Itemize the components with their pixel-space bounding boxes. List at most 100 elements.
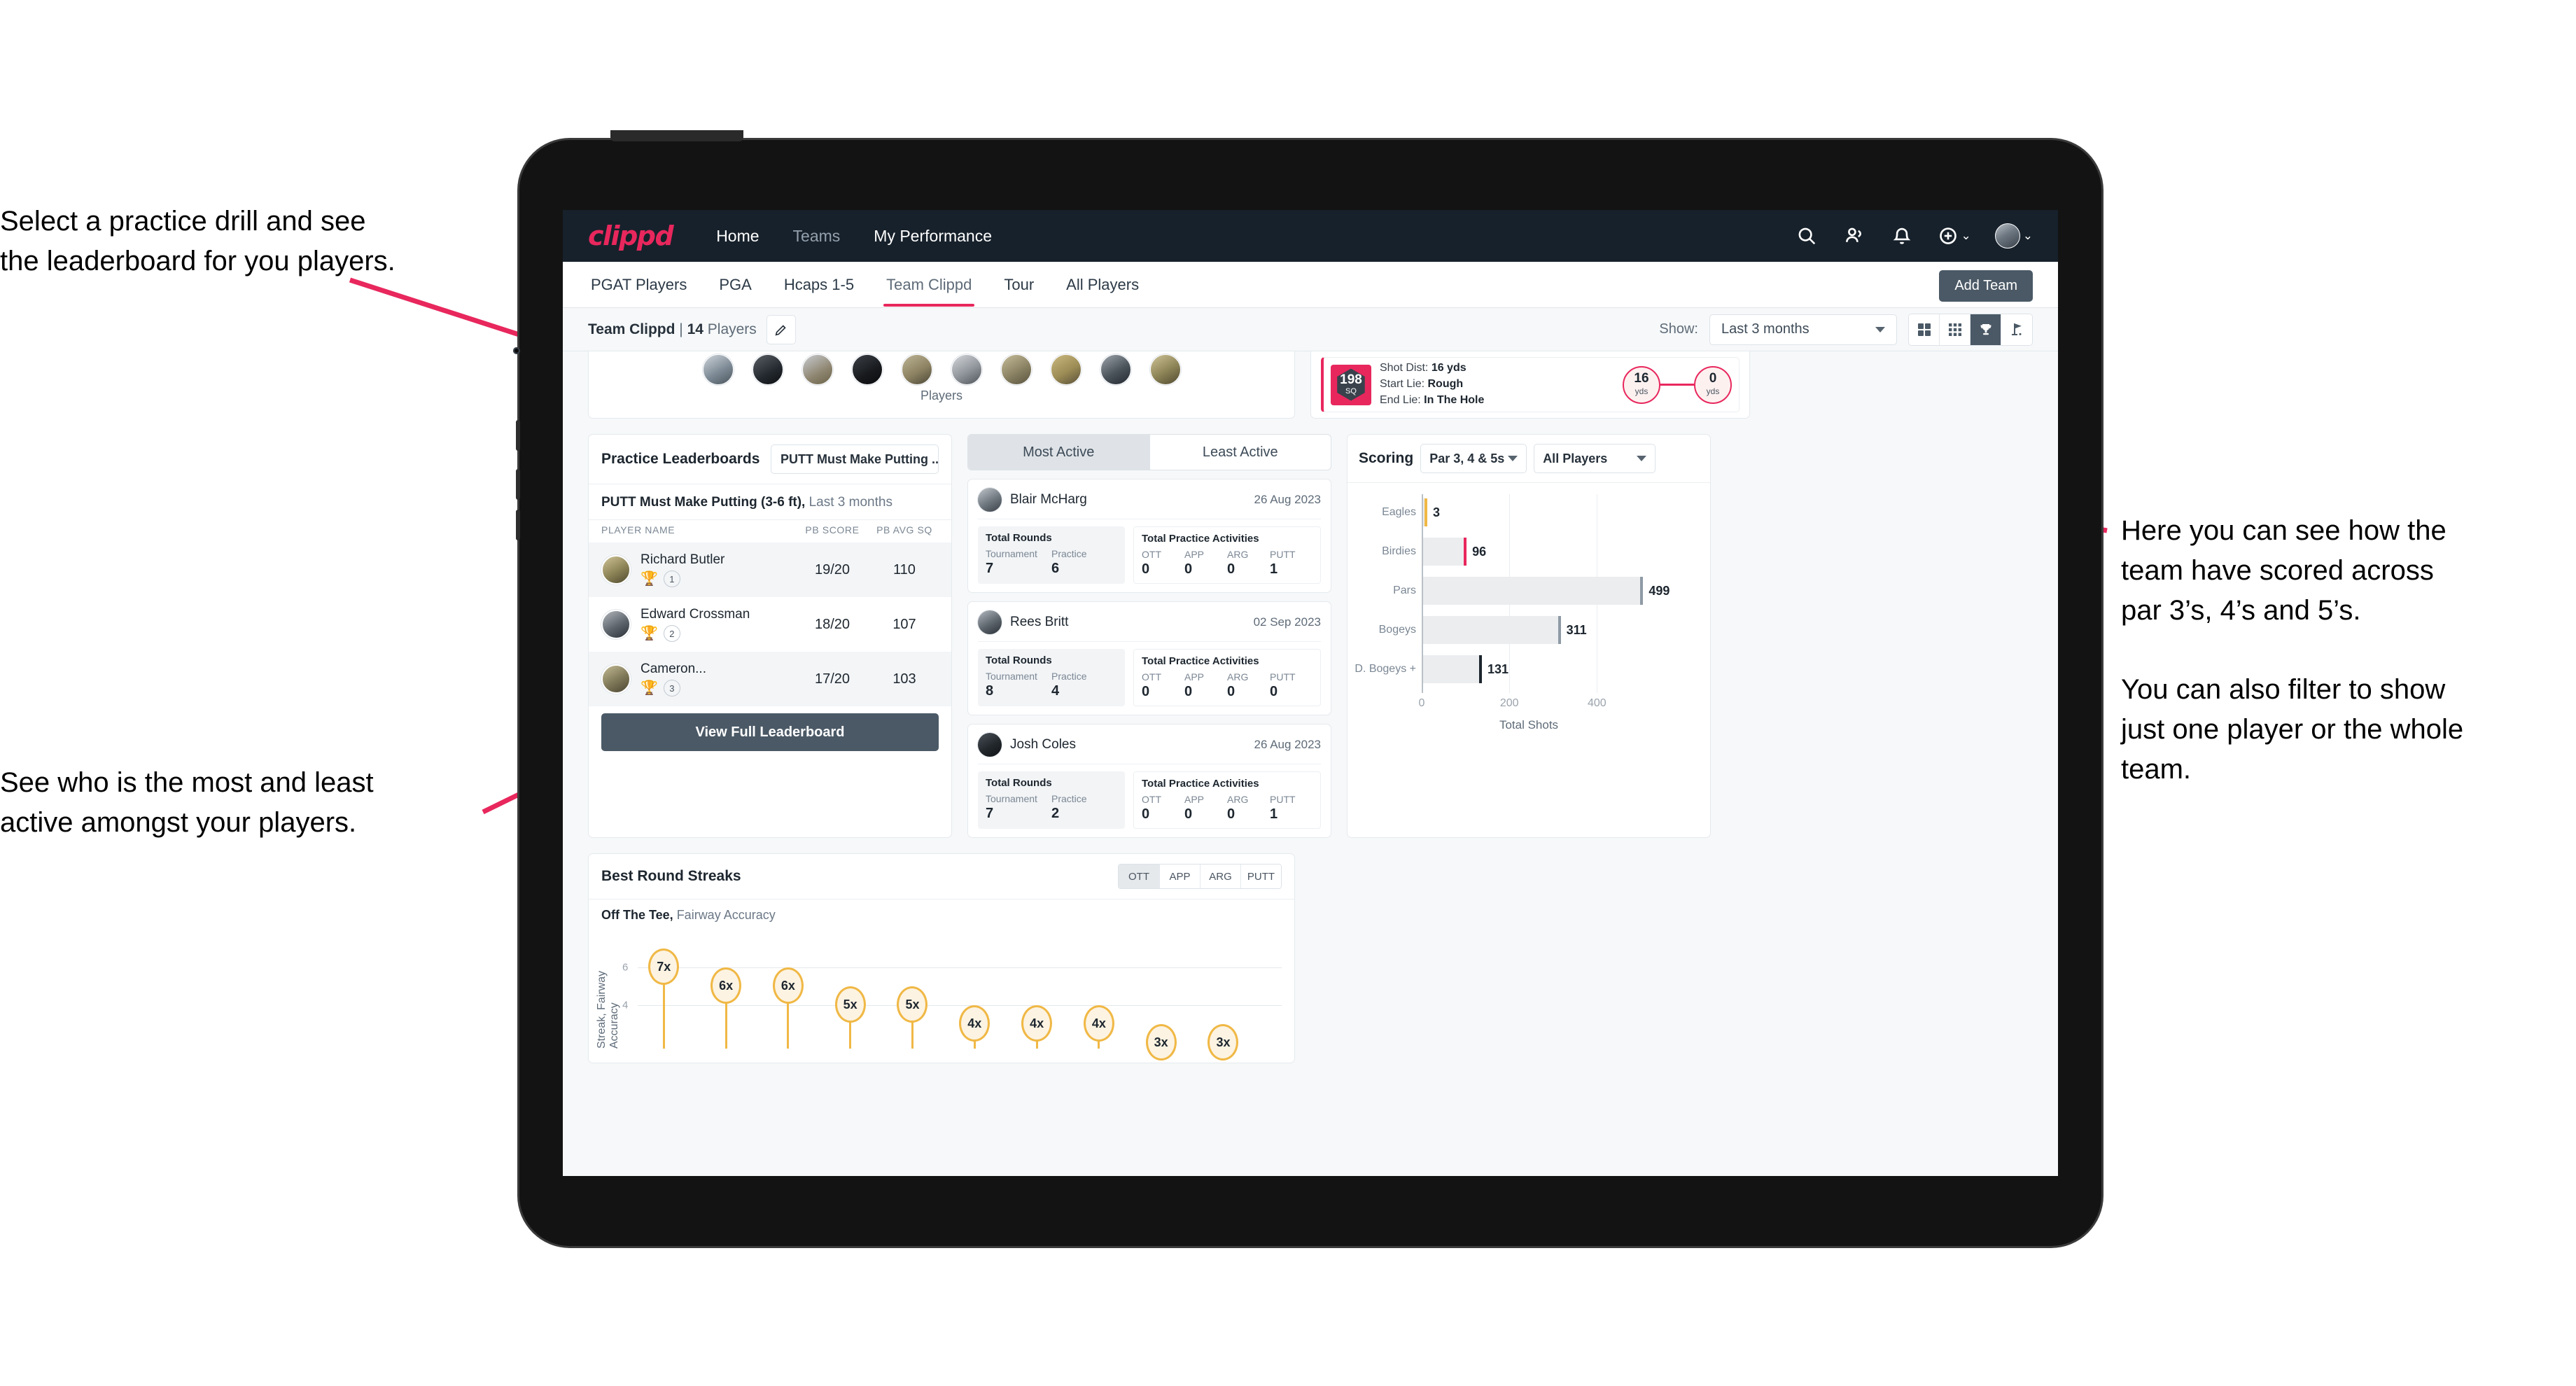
label-ott: OTT	[1142, 794, 1161, 805]
sq-unit: SQ	[1345, 386, 1357, 396]
streaks-toggle-app[interactable]: APP	[1159, 864, 1200, 888]
last-activity-date: 02 Sep 2023	[1253, 615, 1321, 629]
avatar[interactable]	[752, 354, 783, 385]
par-filter-select[interactable]: Par 3, 4 & 5s	[1420, 444, 1527, 473]
avatar[interactable]	[1100, 354, 1131, 385]
label-arg: ARG	[1227, 549, 1249, 560]
scoring-bar-cap	[1424, 498, 1427, 526]
avatar[interactable]	[702, 354, 734, 385]
label-practice: Practice	[1051, 793, 1087, 804]
volume-down-button[interactable]	[516, 469, 520, 500]
dashboard-content: Players 198 SQ Shot Dist: 16 yds Start L…	[563, 351, 2058, 1176]
scoring-bar	[1423, 616, 1561, 644]
tab-pgat-players[interactable]: PGAT Players	[588, 263, 690, 307]
tab-all-players[interactable]: All Players	[1063, 263, 1142, 307]
avatar[interactable]	[1000, 354, 1032, 385]
period-select[interactable]: Last 3 months	[1709, 314, 1897, 345]
col-player-name: PLAYER NAME	[601, 524, 676, 536]
streaks-toggle-ott[interactable]: OTT	[1119, 864, 1159, 888]
table-row[interactable]: Edward Crossman 🏆 2 18/20 107	[589, 597, 951, 652]
tab-most-active[interactable]: Most Active	[968, 435, 1149, 470]
label-app: APP	[1184, 671, 1205, 682]
plus-circle-icon[interactable]: ⌄	[1938, 224, 1971, 248]
table-row[interactable]: Richard Butler 🏆 1 19/20 110	[589, 542, 951, 597]
tab-tour[interactable]: Tour	[1001, 263, 1037, 307]
players-avatar-strip	[589, 351, 1294, 385]
scoring-bar	[1423, 577, 1644, 605]
activity-player-card[interactable]: Blair McHarg 26 Aug 2023 Total Rounds To…	[967, 479, 1331, 593]
pb-avg-sq: 110	[893, 561, 916, 578]
label-putt: PUTT	[1270, 671, 1296, 682]
edit-team-button[interactable]	[766, 314, 796, 344]
value-putt: 0	[1270, 684, 1278, 699]
activity-player-card[interactable]: Rees Britt 02 Sep 2023 Total Rounds Tour…	[967, 601, 1331, 715]
streak-bubble[interactable]: 6x	[710, 967, 742, 1004]
chevron-down-icon: ⌄	[1961, 229, 1971, 242]
avatar[interactable]	[802, 354, 833, 385]
last-activity-date: 26 Aug 2023	[1254, 738, 1321, 751]
view-mode-flag[interactable]	[2001, 314, 2032, 345]
player-filter-select[interactable]: All Players	[1534, 444, 1656, 473]
top-navbar: clippd Home Teams My Performance ⌄ ⌄	[563, 210, 2058, 262]
streak-bubble[interactable]: 5x	[897, 986, 928, 1023]
rank-badge: 2	[663, 625, 680, 642]
scoring-bar	[1423, 655, 1482, 683]
total-rounds-title: Total Rounds	[986, 654, 1052, 666]
streaks-y-axis-label: Streak, Fairway Accuracy	[596, 970, 620, 1049]
player-name: Richard Butler	[640, 552, 725, 567]
avatar[interactable]	[1149, 354, 1181, 385]
view-mode-grid[interactable]	[1909, 314, 1940, 345]
nav-link-teams[interactable]: Teams	[790, 223, 844, 250]
power-button[interactable]	[516, 510, 520, 540]
volume-up-button[interactable]	[516, 420, 520, 451]
avatar[interactable]: ⌄	[1994, 223, 2033, 248]
streak-bubble[interactable]: 5x	[834, 986, 866, 1023]
tab-least-active[interactable]: Least Active	[1149, 435, 1331, 470]
streak-bubble[interactable]: 6x	[772, 967, 804, 1004]
total-rounds-title: Total Rounds	[986, 777, 1052, 789]
annotation-scoring: Here you can see how the team have score…	[2121, 515, 2464, 785]
table-row[interactable]: Cameron... 🏆 3 17/20 103	[589, 652, 951, 706]
drill-select[interactable]: PUTT Must Make Putting ...	[771, 444, 939, 474]
scoring-x-axis-label: Total Shots	[1499, 718, 1559, 732]
scoring-bar-cap	[1478, 655, 1482, 683]
start-lie-value: Rough	[1427, 378, 1464, 391]
search-icon[interactable]	[1795, 224, 1819, 248]
streak-bubble[interactable]: 4x	[1083, 1005, 1114, 1042]
scoring-bar-row: Pars 499	[1393, 577, 1698, 605]
front-camera	[513, 347, 520, 354]
player-name: Rees Britt	[1010, 615, 1069, 629]
streak-bubble[interactable]: 4x	[959, 1005, 990, 1042]
add-team-button[interactable]: Add Team	[1939, 270, 2033, 302]
avatar[interactable]	[901, 354, 932, 385]
view-mode-trophy[interactable]	[1970, 314, 2001, 345]
avatar[interactable]	[951, 354, 982, 385]
streak-bubble[interactable]: 3x	[1208, 1024, 1239, 1060]
tab-team-clippd[interactable]: Team Clippd	[883, 263, 975, 307]
activity-player-card[interactable]: Josh Coles 26 Aug 2023 Total Rounds Tour…	[967, 724, 1331, 838]
avatar[interactable]	[1050, 354, 1082, 385]
tab-pga[interactable]: PGA	[716, 263, 754, 307]
nav-link-my-performance[interactable]: My Performance	[871, 223, 995, 250]
view-full-leaderboard-button[interactable]: View Full Leaderboard	[601, 713, 939, 751]
streak-bubble[interactable]: 4x	[1021, 1005, 1053, 1042]
scoring-category-label: D. Bogeys +	[1354, 663, 1416, 675]
scoring-bar	[1423, 498, 1427, 526]
view-mode-dots-grid[interactable]	[1940, 314, 1970, 345]
scoring-bar-cap	[1464, 538, 1467, 566]
clippd-logo[interactable]: clippd	[588, 220, 674, 251]
label-arg: ARG	[1227, 671, 1249, 682]
nav-link-home[interactable]: Home	[713, 223, 762, 250]
tab-hcaps-1-5[interactable]: Hcaps 1-5	[781, 263, 857, 307]
bell-icon[interactable]	[1890, 224, 1914, 248]
total-rounds-title: Total Rounds	[986, 532, 1052, 544]
streak-bubble[interactable]: 3x	[1145, 1024, 1177, 1060]
streak-bubble[interactable]: 7x	[648, 948, 680, 985]
total-practice-activities-block: Total Practice Activities OTT 0 APP 0 ARG 0…	[1133, 771, 1321, 829]
value-tournament: 7	[986, 806, 994, 821]
streaks-toggle-arg[interactable]: ARG	[1200, 864, 1240, 888]
scoring-category-label: Eagles	[1382, 506, 1416, 518]
streaks-toggle-putt[interactable]: PUTT	[1240, 864, 1281, 888]
people-icon[interactable]	[1842, 224, 1866, 248]
avatar[interactable]	[851, 354, 883, 385]
